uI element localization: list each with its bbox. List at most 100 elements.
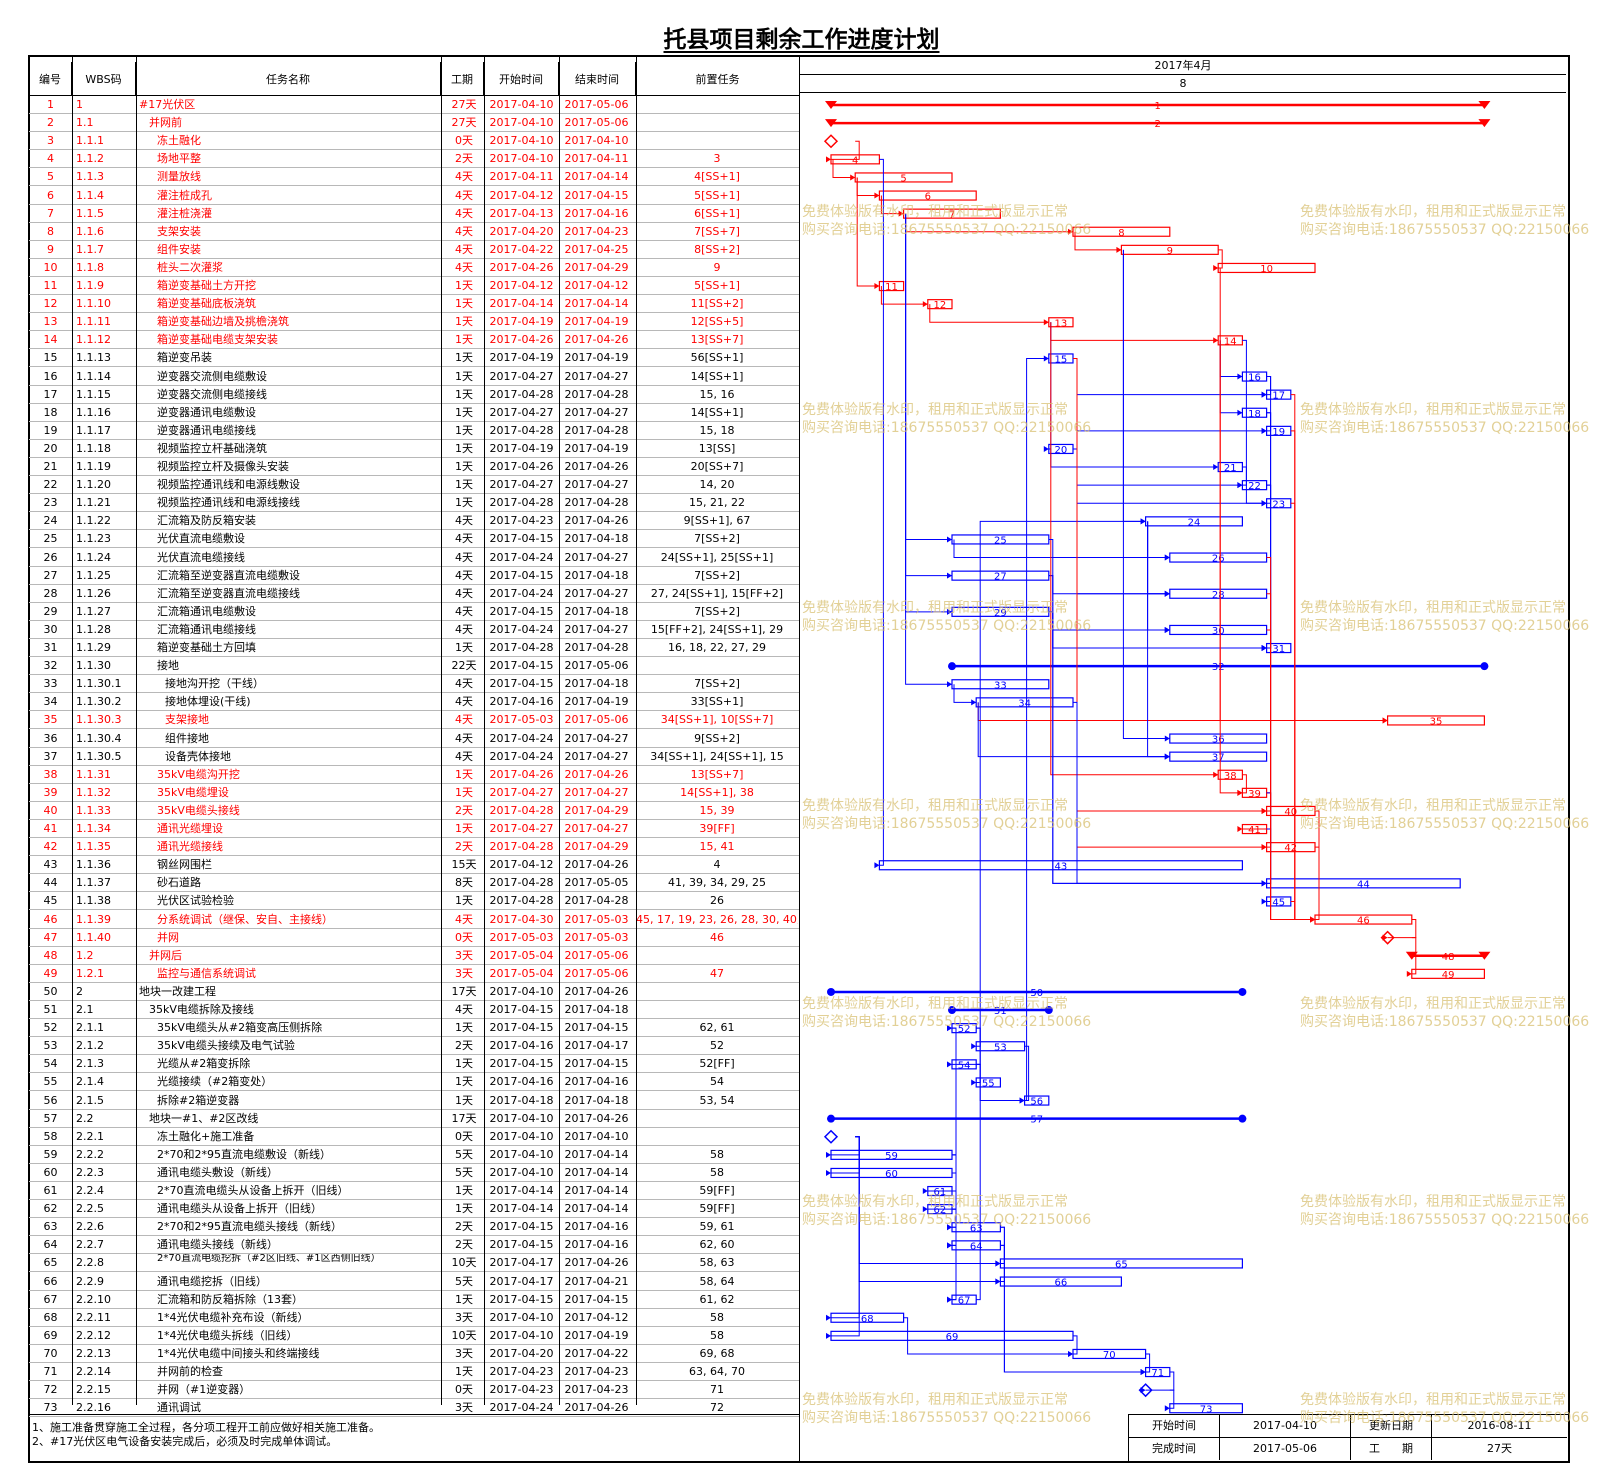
dependency-arrow xyxy=(1382,934,1388,941)
dependency-arrow xyxy=(1116,246,1122,253)
bar-label: 71 xyxy=(1151,1368,1164,1379)
bar-label: 49 xyxy=(1442,970,1455,981)
notes: 1、施工准备贯穿施工全过程，各分项工程开工前应做好相关施工准备。 2、#17光伏… xyxy=(32,1421,380,1449)
dependency-link xyxy=(1147,521,1170,631)
dependency-arrow xyxy=(1237,373,1243,380)
dependency-link xyxy=(905,213,952,540)
summary-duration-value: 27天 xyxy=(1487,1442,1512,1455)
bar-label: 1 xyxy=(1155,101,1161,112)
dependency-link xyxy=(1219,267,1388,721)
bar-label: 54 xyxy=(958,1060,971,1071)
bar-label: 39 xyxy=(1248,789,1261,800)
dependency-link xyxy=(831,1136,860,1337)
dependency-link xyxy=(1048,611,1170,631)
dependency-arrow xyxy=(874,192,880,199)
bar-label: 43 xyxy=(1055,861,1068,872)
dependency-arrow xyxy=(971,699,977,706)
dependency-link xyxy=(1266,484,1272,649)
summary-end-marker xyxy=(1480,662,1489,671)
dependency-link xyxy=(1266,629,1315,921)
bar-label: 16 xyxy=(1248,373,1261,384)
dependency-arrow xyxy=(1213,337,1219,344)
bar-label: 13 xyxy=(1055,318,1068,329)
dependency-arrow xyxy=(1261,880,1267,887)
dependency-link xyxy=(1050,322,1219,776)
dependency-arrow xyxy=(1261,844,1267,851)
dependency-link xyxy=(1073,357,1170,631)
dependency-arrow xyxy=(947,1242,952,1249)
dependency-arrow xyxy=(947,536,952,543)
bar-label: 62 xyxy=(934,1205,947,1216)
dependency-link xyxy=(1147,521,1170,559)
dependency-arrow xyxy=(1261,645,1267,652)
dependency-link xyxy=(1122,249,1146,522)
dependency-link xyxy=(879,158,884,866)
note-line: 1、施工准备贯穿施工全过程，各分项工程开工前应做好相关施工准备。 xyxy=(32,1421,380,1434)
dependency-arrow xyxy=(995,1260,1001,1267)
summary-start-value: 2017-04-10 xyxy=(1220,1415,1351,1438)
bar-label: 38 xyxy=(1224,771,1237,782)
bar-label: 5 xyxy=(900,173,906,184)
summary-end-label: 完成时间 xyxy=(1129,1438,1220,1460)
bar-label: 57 xyxy=(1030,1115,1043,1126)
dependency-arrow xyxy=(1237,789,1243,796)
dependency-arrow xyxy=(1140,518,1146,525)
bar-label: 15 xyxy=(1055,354,1068,365)
dependency-link xyxy=(831,1136,860,1319)
dependency-link xyxy=(976,520,1146,1301)
summary-start-label: 开始时间 xyxy=(1129,1415,1220,1438)
dependency-arrow xyxy=(826,1314,831,1321)
bar-label: 28 xyxy=(1212,590,1225,601)
dependency-arrow xyxy=(1043,445,1049,452)
dependency-arrow xyxy=(1068,1350,1073,1357)
bar-label: 29 xyxy=(994,608,1007,619)
summary-update-value: 2016-08-11 xyxy=(1432,1415,1567,1438)
bar-label: 45 xyxy=(1272,897,1285,908)
dependency-arrow xyxy=(1213,771,1219,778)
dependency-arrow xyxy=(1164,753,1170,760)
dependency-arrow xyxy=(971,1079,977,1086)
dependency-link xyxy=(1219,340,1243,794)
dependency-arrow xyxy=(1261,391,1267,398)
bar-label: 50 xyxy=(1030,988,1043,999)
dependency-arrow xyxy=(850,174,856,181)
dependency-arrow xyxy=(874,862,880,869)
bar-label: 30 xyxy=(1212,626,1225,637)
milestone-marker xyxy=(823,134,839,149)
bar-label: 2 xyxy=(1155,119,1161,130)
bar-label: 48 xyxy=(1442,952,1455,963)
bar-label: 22 xyxy=(1248,481,1261,492)
dependency-arrow xyxy=(1261,500,1267,507)
bar-label: 67 xyxy=(958,1296,971,1307)
bar-label: 24 xyxy=(1188,517,1201,528)
dependency-arrow xyxy=(1164,1405,1170,1412)
bar-label: 12 xyxy=(934,300,947,311)
bar-label: 66 xyxy=(1055,1278,1068,1289)
bar-label: 52 xyxy=(958,1024,971,1035)
summary-panel: 开始时间 2017-04-10 更新日期 2016-08-11 完成时间 201… xyxy=(1128,1414,1569,1461)
bar-label: 33 xyxy=(994,680,1007,691)
bar-label: 34 xyxy=(1018,698,1031,709)
bar-label: 41 xyxy=(1248,825,1261,836)
dependency-arrow xyxy=(1164,626,1170,633)
bar-label: 36 xyxy=(1212,735,1225,746)
dependency-link xyxy=(1290,502,1315,921)
bar-label: 8 xyxy=(1118,228,1124,239)
dependency-link xyxy=(1048,575,1170,595)
summary-start-marker xyxy=(827,987,835,996)
dependency-arrow xyxy=(1043,355,1049,362)
dependency-arrow xyxy=(947,1061,952,1068)
bar-label: 23 xyxy=(1272,499,1285,510)
bar-label: 18 xyxy=(1248,409,1261,420)
summary-duration-label: 工 期 xyxy=(1351,1438,1432,1460)
bar-label: 44 xyxy=(1357,879,1370,890)
dependency-arrow xyxy=(922,301,928,308)
dependency-arrow xyxy=(1237,482,1243,489)
dependency-link xyxy=(1050,322,1219,341)
bar-label: 17 xyxy=(1272,391,1285,402)
dependency-link xyxy=(952,1027,957,1192)
bar-label: 19 xyxy=(1272,427,1285,438)
bar-label: 59 xyxy=(885,1151,898,1162)
bar-label: 20 xyxy=(1055,445,1068,456)
bar-label: 10 xyxy=(1260,264,1273,275)
